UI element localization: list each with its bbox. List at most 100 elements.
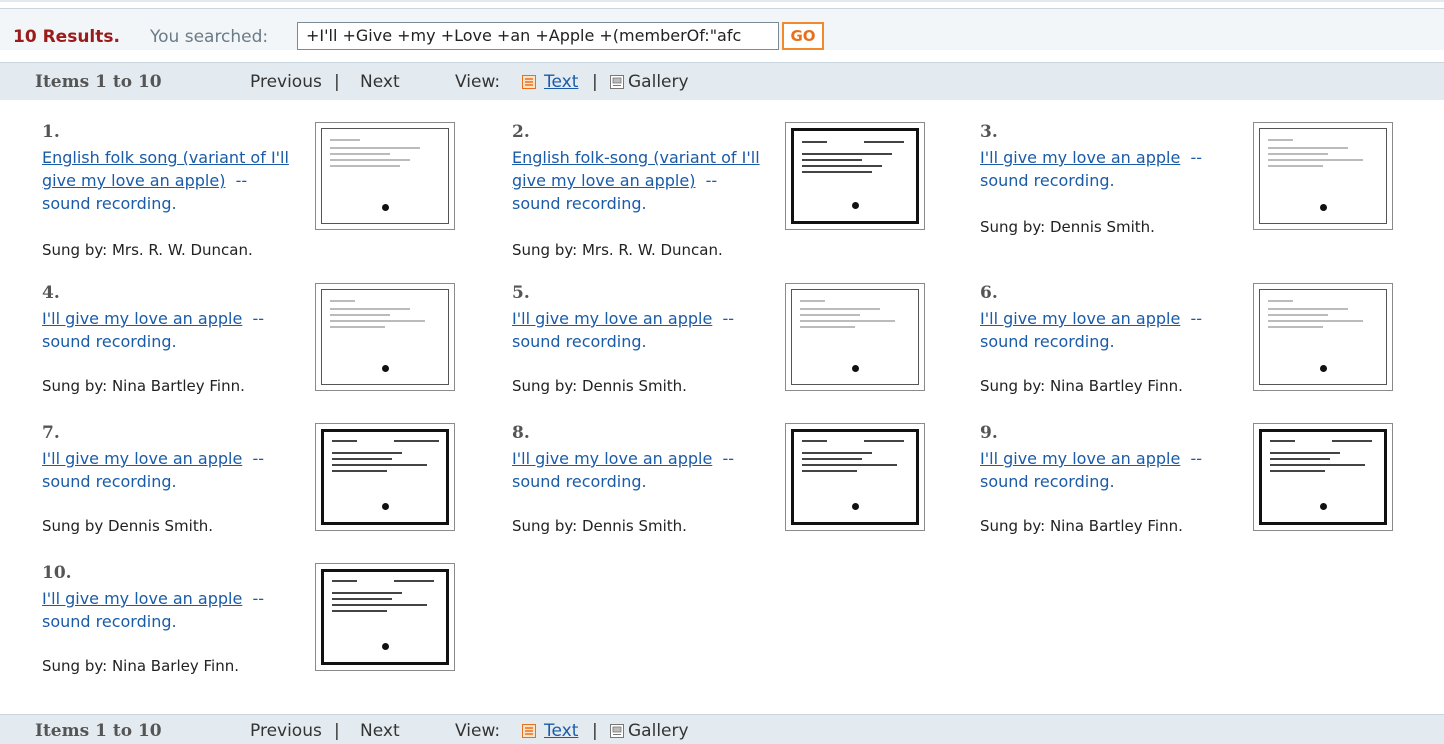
result-sung-by: Sung by: Dennis Smith. [512,377,687,395]
result-title-link[interactable]: I'll give my love an apple [42,449,242,468]
result-title-block: I'll give my love an apple -- sound reco… [512,447,780,493]
result-number: 2. [512,122,530,142]
catalog-card-thumbnail[interactable] [785,283,925,391]
catalog-card-thumbnail[interactable] [315,283,455,391]
result-number: 10. [42,563,72,583]
result-sung-by: Sung by: Nina Bartley Finn. [980,517,1183,535]
view-separator: | [592,721,598,741]
text-view-icon[interactable] [522,724,536,738]
gallery-view-link[interactable]: Gallery [628,721,689,741]
previous-link[interactable]: Previous [250,72,322,92]
result-number: 4. [42,283,60,303]
result-title-link[interactable]: I'll give my love an apple [512,449,712,468]
text-view-link[interactable]: Text [544,72,578,92]
gallery-view-icon[interactable] [610,75,624,89]
go-button[interactable]: GO [782,22,824,50]
card-image [1259,429,1387,525]
view-label: View: [455,72,501,92]
result-title-link[interactable]: I'll give my love an apple [980,148,1180,167]
result-sung-by: Sung by: Nina Barley Finn. [42,657,239,675]
items-range: Items 1 to 10 [35,721,162,741]
result-item-1: 1. English folk song (variant of I'll gi… [42,122,502,282]
result-title-suffix: -- [705,171,718,190]
catalog-card-thumbnail[interactable] [315,122,455,230]
result-title-block: I'll give my love an apple -- sound reco… [42,587,310,633]
result-type: sound recording. [42,472,177,491]
result-title-link[interactable]: I'll give my love an apple [42,589,242,608]
result-number: 6. [980,283,998,303]
catalog-card-thumbnail[interactable] [785,122,925,230]
result-item-2: 2. English folk-song (variant of I'll gi… [512,122,972,282]
card-image [321,569,449,665]
result-title-link[interactable]: English folk-song (variant of I'll give … [512,148,760,190]
result-type: sound recording. [512,472,647,491]
result-title-suffix: -- [252,449,265,468]
result-number: 7. [42,423,60,443]
result-type: sound recording. [980,472,1115,491]
text-view-link[interactable]: Text [544,721,578,741]
search-input[interactable]: +I'll +Give +my +Love +an +Apple +(membe… [297,22,779,50]
card-image [791,289,919,385]
result-item-8: 8. I'll give my love an apple -- sound r… [512,423,972,583]
result-title-suffix: -- [252,589,265,608]
result-sung-by: Sung by: Mrs. R. W. Duncan. [512,241,723,259]
result-number: 9. [980,423,998,443]
result-type: sound recording. [512,194,647,213]
result-title-suffix: -- [1190,148,1203,167]
result-type: sound recording. [512,332,647,351]
catalog-card-thumbnail[interactable] [315,563,455,671]
result-title-suffix: -- [252,309,265,328]
result-type: sound recording. [980,171,1115,190]
catalog-card-thumbnail[interactable] [1253,423,1393,531]
result-title-link[interactable]: English folk song (variant of I'll give … [42,148,289,190]
result-title-link[interactable]: I'll give my love an apple [42,309,242,328]
result-sung-by: Sung by: Mrs. R. W. Duncan. [42,241,253,259]
gallery-view-icon[interactable] [610,724,624,738]
result-item-4: 4. I'll give my love an apple -- sound r… [42,283,502,443]
catalog-card-thumbnail[interactable] [785,423,925,531]
result-title-block: I'll give my love an apple -- sound reco… [42,447,310,493]
catalog-card-thumbnail[interactable] [315,423,455,531]
result-title-block: I'll give my love an apple -- sound reco… [980,447,1248,493]
result-type: sound recording. [980,332,1115,351]
result-title-block: I'll give my love an apple -- sound reco… [42,307,310,353]
result-title-suffix: -- [722,449,735,468]
next-link[interactable]: Next [360,721,400,741]
results-count: 10 Results. [13,27,120,47]
result-sung-by: Sung by: Nina Bartley Finn. [42,377,245,395]
result-title-suffix: -- [1190,309,1203,328]
searched-label: You searched: [150,27,269,47]
result-title-link[interactable]: I'll give my love an apple [512,309,712,328]
items-range: Items 1 to 10 [35,72,162,92]
card-image [1259,128,1387,224]
gallery-view-link[interactable]: Gallery [628,72,689,92]
catalog-card-thumbnail[interactable] [1253,283,1393,391]
result-title-block: I'll give my love an apple -- sound reco… [512,307,780,353]
result-sung-by: Sung by: Nina Bartley Finn. [980,377,1183,395]
result-sung-by: Sung by: Dennis Smith. [512,517,687,535]
result-item-10: 10. I'll give my love an apple -- sound … [42,563,502,723]
result-title-block: English folk song (variant of I'll give … [42,146,310,215]
result-item-6: 6. I'll give my love an apple -- sound r… [980,283,1440,443]
nav-separator: | [334,721,340,741]
result-type: sound recording. [42,194,177,213]
result-number: 5. [512,283,530,303]
result-title-suffix: -- [1190,449,1203,468]
catalog-card-thumbnail[interactable] [1253,122,1393,230]
text-view-icon[interactable] [522,75,536,89]
result-sung-by: Sung by: Dennis Smith. [980,218,1155,236]
card-image [321,429,449,525]
previous-link[interactable]: Previous [250,721,322,741]
result-title-block: I'll give my love an apple -- sound reco… [980,146,1248,192]
result-title-link[interactable]: I'll give my love an apple [980,309,1180,328]
result-item-5: 5. I'll give my love an apple -- sound r… [512,283,972,443]
card-image [791,128,919,224]
result-title-block: I'll give my love an apple -- sound reco… [980,307,1248,353]
nav-separator: | [334,72,340,92]
result-item-9: 9. I'll give my love an apple -- sound r… [980,423,1440,583]
next-link[interactable]: Next [360,72,400,92]
result-title-link[interactable]: I'll give my love an apple [980,449,1180,468]
result-type: sound recording. [42,612,177,631]
result-title-suffix: -- [722,309,735,328]
view-separator: | [592,72,598,92]
